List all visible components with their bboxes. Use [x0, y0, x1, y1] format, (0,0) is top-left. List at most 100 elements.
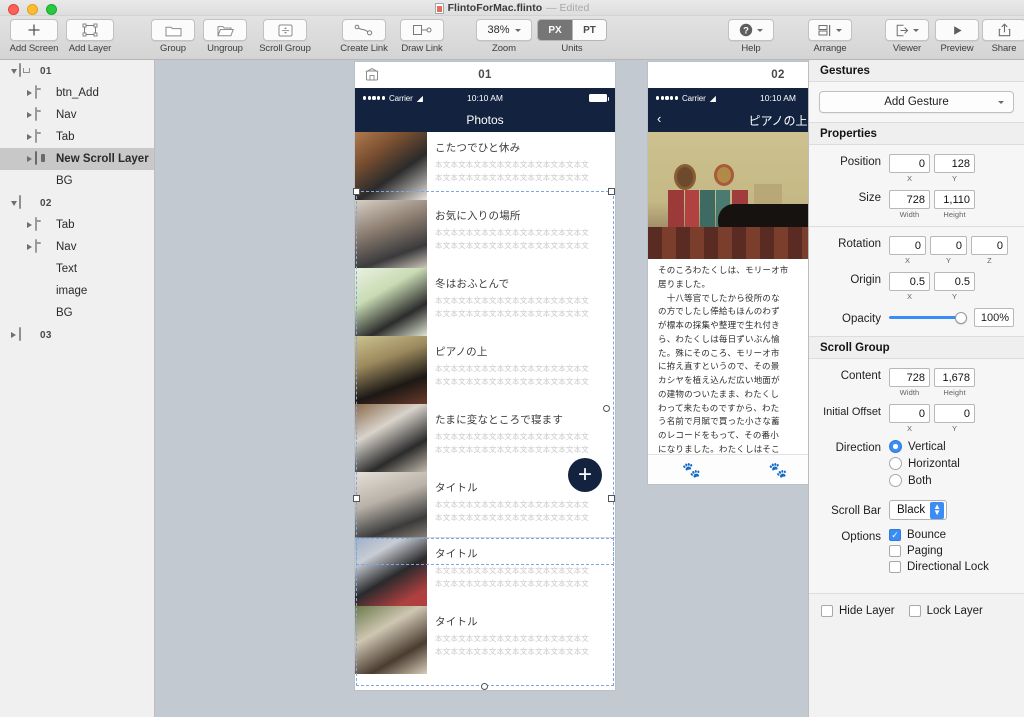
photo-list-item[interactable]: こたつでひと休み 本文本文本文本文本文本文本文本文本文本文 本文本文本文本文本文本文…	[355, 132, 615, 200]
checkbox-bounce-icon[interactable]: ✓	[889, 529, 901, 541]
layer-row-tab[interactable]: Tab	[0, 214, 154, 236]
disclosure-triangle[interactable]	[24, 110, 35, 121]
opacity-slider[interactable]	[889, 311, 967, 325]
resize-handle-bottom-left[interactable]	[353, 495, 360, 502]
rotation-x-input[interactable]: 0	[889, 236, 926, 255]
option-directional-lock[interactable]: Directional Lock	[889, 561, 989, 573]
zoom-select[interactable]: 38%	[476, 19, 532, 41]
layer-row-new-scroll-layer[interactable]: New Scroll Layer	[0, 148, 154, 170]
viewer-button[interactable]: Viewer	[882, 16, 932, 54]
tab-item-2[interactable]: 🐾	[735, 461, 808, 479]
rotation-z-input[interactable]: 0	[971, 236, 1008, 255]
origin-y-input[interactable]: 0.5	[934, 272, 975, 291]
resize-handle-bottom-right[interactable]	[608, 495, 615, 502]
layer-row-02[interactable]: 02	[0, 192, 154, 214]
add-photo-fab-button[interactable]: +	[568, 458, 602, 492]
layer-row-01[interactable]: 01	[0, 60, 154, 82]
position-y-input[interactable]: 128	[934, 154, 975, 173]
scroll-bar-popup[interactable]: Black ▲ ▼	[889, 500, 948, 520]
artboard-screen-01[interactable]: 01 Carrier ◢ 10:10 AM Photos こたつでひと休み 本文本…	[355, 62, 615, 570]
radio-both-icon[interactable]	[889, 474, 902, 487]
rotation-y-input[interactable]: 0	[930, 236, 967, 255]
disclosure-triangle[interactable]	[8, 330, 19, 341]
origin-x-input[interactable]: 0.5	[889, 272, 930, 291]
checkbox-paging-icon[interactable]	[889, 545, 901, 557]
lock-layer-option[interactable]: Lock Layer	[908, 605, 983, 617]
photo-list-item[interactable]: 冬はおふとんで 本文本文本文本文本文本文本文本文本文本文 本文本文本文本文本文本文本…	[355, 268, 615, 336]
disclosure-triangle[interactable]	[24, 220, 35, 231]
artboard-screen-02[interactable]: 02 Carrier ◢ 10:10 AM ‹ ピアノの上 そのころわたくしは、…	[648, 62, 808, 485]
direction-option-horizontal[interactable]: Horizontal	[889, 457, 960, 470]
arrange-button[interactable]: Arrange	[803, 16, 857, 54]
layer-tree-sidebar[interactable]: 01 btn_Add Nav Tab New Scroll Layer BG 02 Tab Na…	[0, 60, 155, 717]
content-handle-right[interactable]	[603, 405, 610, 412]
disclosure-triangle[interactable]	[24, 88, 35, 99]
scroll-layer-overflow-preview[interactable]: タイトル 本文本文本文本文本文本文本文本文本文本文 本文本文本文本文本文本文本文本文…	[355, 538, 615, 690]
photo-list-item[interactable]: ピアノの上 本文本文本文本文本文本文本文本文本文本文 本文本文本文本文本文本文本文本…	[355, 336, 615, 404]
layer-row-image[interactable]: image	[0, 280, 154, 302]
units-control[interactable]: PX PT Units	[536, 16, 608, 54]
layer-row-text[interactable]: Text	[0, 258, 154, 280]
photo-text-block: タイトル 本文本文本文本文本文本文本文本文本文本文 本文本文本文本文本文本文本文本文…	[427, 538, 615, 606]
photo-list-item[interactable]: タイトル 本文本文本文本文本文本文本文本文本文本文 本文本文本文本文本文本文本文本文…	[355, 606, 615, 674]
add-layer-button[interactable]: Add Layer	[62, 16, 118, 54]
radio-vertical-icon[interactable]	[889, 440, 902, 453]
stepper-icon[interactable]: ▲ ▼	[930, 501, 945, 519]
layer-row-nav[interactable]: Nav	[0, 104, 154, 126]
disclosure-triangle[interactable]	[8, 66, 19, 77]
add-screen-button[interactable]: Add Screen	[6, 16, 62, 54]
checkbox-lock-layer-icon[interactable]	[908, 605, 921, 617]
checkbox-hide-layer-icon[interactable]	[821, 605, 833, 617]
initial-offset-x-input[interactable]: 0	[889, 404, 930, 423]
help-button[interactable]: ? Help	[723, 16, 779, 54]
photo-list-item[interactable]: タイトル 本文本文本文本文本文本文本文本文本文本文 本文本文本文本文本文本文本文本文…	[355, 538, 615, 606]
opacity-slider-knob[interactable]	[955, 311, 967, 324]
tab-item-1[interactable]: 🐾	[648, 461, 735, 479]
photo-list-item[interactable]: お気に入りの場所 本文本文本文本文本文本文本文本文本文本文 本文本文本文本文本文本文…	[355, 200, 615, 268]
content-height-input[interactable]: 1,678	[934, 368, 975, 387]
size-width-input[interactable]: 728	[889, 190, 930, 209]
opacity-value-input[interactable]: 100%	[974, 308, 1014, 327]
share-button[interactable]: Share	[982, 16, 1024, 54]
size-row: Size 728 Width 1,110 Height	[819, 190, 1014, 219]
create-link-button[interactable]: Create Link	[334, 16, 394, 54]
layer-row-tab[interactable]: Tab	[0, 126, 154, 148]
draw-link-button[interactable]: Draw Link	[394, 16, 450, 54]
size-height-input[interactable]: 1,110	[934, 190, 975, 209]
content-width-input[interactable]: 728	[889, 368, 930, 387]
disclosure-triangle[interactable]	[24, 132, 35, 143]
resize-handle-top-right[interactable]	[608, 188, 615, 195]
layer-row-bg[interactable]: BG	[0, 302, 154, 324]
direction-option-vertical[interactable]: Vertical	[889, 440, 960, 453]
direction-option-both[interactable]: Both	[889, 474, 960, 487]
units-option-px[interactable]: PX	[538, 20, 572, 40]
chevron-left-icon[interactable]: ‹	[657, 111, 661, 126]
units-option-pt[interactable]: PT	[572, 20, 606, 40]
scroll-group-button[interactable]: Scroll Group	[252, 16, 318, 54]
ungroup-button[interactable]: Ungroup	[198, 16, 252, 54]
screen02-tab-bar[interactable]: 🐾 🐾 🐾	[648, 454, 808, 485]
checkbox-directional-lock-icon[interactable]	[889, 561, 901, 573]
option-paging[interactable]: Paging	[889, 545, 989, 557]
disclosure-triangle[interactable]	[24, 242, 35, 253]
group-button[interactable]: Group	[148, 16, 198, 54]
layer-row-bg[interactable]: BG	[0, 170, 154, 192]
design-canvas[interactable]: 01 Carrier ◢ 10:10 AM Photos こたつでひと休み 本文本…	[155, 60, 808, 717]
zoom-control[interactable]: 38% Zoom	[474, 16, 534, 54]
radio-horizontal-icon[interactable]	[889, 457, 902, 470]
option-bounce[interactable]: ✓ Bounce	[889, 529, 989, 541]
position-x-input[interactable]: 0	[889, 154, 930, 173]
hide-layer-option[interactable]: Hide Layer	[821, 605, 895, 617]
layer-row-03[interactable]: 03	[0, 324, 154, 346]
disclosure-triangle[interactable]	[8, 198, 19, 209]
add-gesture-dropdown[interactable]: Add Gesture	[819, 91, 1014, 113]
units-segmented-control[interactable]: PX PT	[537, 19, 607, 41]
initial-offset-y-input[interactable]: 0	[934, 404, 975, 423]
content-handle-bottom[interactable]	[481, 683, 488, 690]
layer-row-nav[interactable]: Nav	[0, 236, 154, 258]
resize-handle-top-left[interactable]	[353, 188, 360, 195]
preview-button[interactable]: Preview	[932, 16, 982, 54]
disclosure-triangle[interactable]	[24, 154, 35, 165]
properties-inspector-panel[interactable]: Gestures Add Gesture Properties Position…	[808, 60, 1024, 717]
layer-row-btn_add[interactable]: btn_Add	[0, 82, 154, 104]
